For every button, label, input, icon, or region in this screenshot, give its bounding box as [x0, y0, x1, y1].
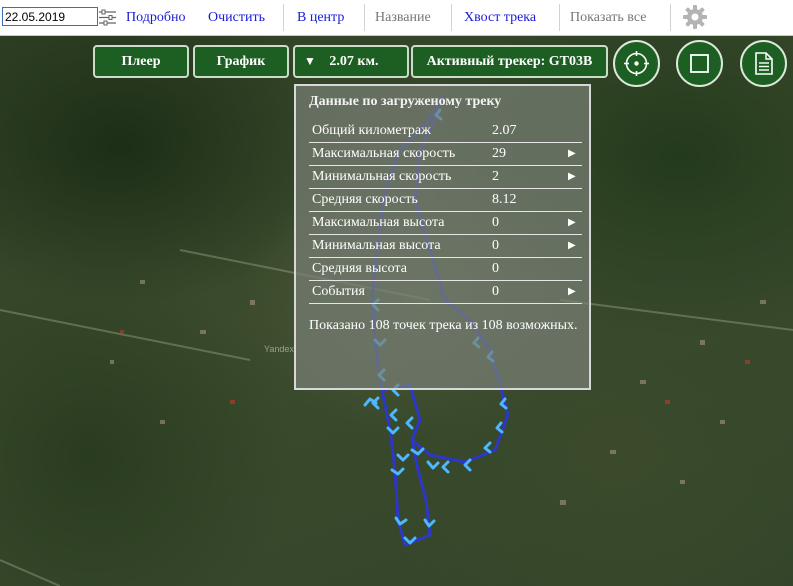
- document-icon[interactable]: [740, 40, 787, 87]
- stat-value: 0: [492, 284, 499, 299]
- stat-label: Минимальная высота: [312, 238, 441, 253]
- chevron-down-icon: ▼: [304, 54, 316, 68]
- stat-label: Средняя высота: [312, 261, 407, 276]
- crosshair-icon[interactable]: [613, 40, 660, 87]
- stat-label: Максимальная скорость: [312, 146, 456, 161]
- stat-row-avg-altitude: Средняя высота 0: [309, 258, 582, 281]
- stat-value: 29: [492, 146, 506, 161]
- play-arrow-icon[interactable]: ▶: [568, 143, 576, 165]
- toolbar-divider: [364, 4, 365, 31]
- panel-title: Данные по загруженому треку: [309, 94, 502, 109]
- details-link[interactable]: Подробно: [126, 0, 185, 35]
- play-arrow-icon[interactable]: ▶: [568, 235, 576, 257]
- sliders-icon[interactable]: [98, 0, 117, 35]
- stat-row-events[interactable]: События 0 ▶: [309, 281, 582, 304]
- track-tail-link[interactable]: Хвост трека: [464, 0, 536, 35]
- toolbar-divider: [670, 4, 671, 31]
- stat-value: 0: [492, 261, 499, 276]
- play-arrow-icon[interactable]: ▶: [568, 212, 576, 234]
- top-toolbar: Подробно Очистить В центр Название Хвост…: [0, 0, 793, 36]
- stat-label: Минимальная скорость: [312, 169, 452, 184]
- stat-row-max-altitude[interactable]: Максимальная высота 0 ▶: [309, 212, 582, 235]
- map-watermark: Yandex: [264, 344, 294, 354]
- stat-row-avg-speed: Средняя скорость 8.12: [309, 189, 582, 212]
- name-toggle[interactable]: Название: [375, 0, 431, 35]
- distance-value: 2.07 км.: [329, 54, 379, 69]
- toolbar-divider: [283, 4, 284, 31]
- stat-value: 8.12: [492, 192, 517, 207]
- play-arrow-icon[interactable]: ▶: [568, 281, 576, 303]
- graph-button[interactable]: График: [193, 45, 289, 78]
- center-link[interactable]: В центр: [297, 0, 344, 35]
- toolbar-divider: [451, 4, 452, 31]
- stat-value: 0: [492, 215, 499, 230]
- date-field[interactable]: [2, 7, 98, 26]
- stat-value: 2.07: [492, 123, 517, 138]
- stat-value: 2: [492, 169, 499, 184]
- player-button[interactable]: Плеер: [93, 45, 189, 78]
- stat-label: Максимальная высота: [312, 215, 445, 230]
- toolbar-divider: [559, 4, 560, 31]
- track-stats-panel: Данные по загруженому треку Общий киломе…: [294, 84, 591, 390]
- active-tracker-button[interactable]: Активный трекер: GT03B: [411, 45, 608, 78]
- stat-label: События: [312, 284, 365, 299]
- play-arrow-icon[interactable]: ▶: [568, 166, 576, 188]
- show-all-toggle[interactable]: Показать все: [570, 0, 646, 35]
- gear-icon[interactable]: [682, 0, 708, 35]
- stat-row-max-speed[interactable]: Максимальная скорость 29 ▶: [309, 143, 582, 166]
- square-icon[interactable]: [676, 40, 723, 87]
- stat-row-min-altitude[interactable]: Минимальная высота 0 ▶: [309, 235, 582, 258]
- distance-button[interactable]: ▼ 2.07 км.: [293, 45, 409, 78]
- stat-row-min-speed[interactable]: Минимальная скорость 2 ▶: [309, 166, 582, 189]
- points-shown-note: Показано 108 точек трека из 108 возможны…: [309, 318, 578, 333]
- stat-value: 0: [492, 238, 499, 253]
- clear-link[interactable]: Очистить: [208, 0, 265, 35]
- stat-label: Общий километраж: [312, 123, 431, 138]
- stat-row-total-distance: Общий километраж 2.07: [309, 120, 582, 143]
- stat-label: Средняя скорость: [312, 192, 418, 207]
